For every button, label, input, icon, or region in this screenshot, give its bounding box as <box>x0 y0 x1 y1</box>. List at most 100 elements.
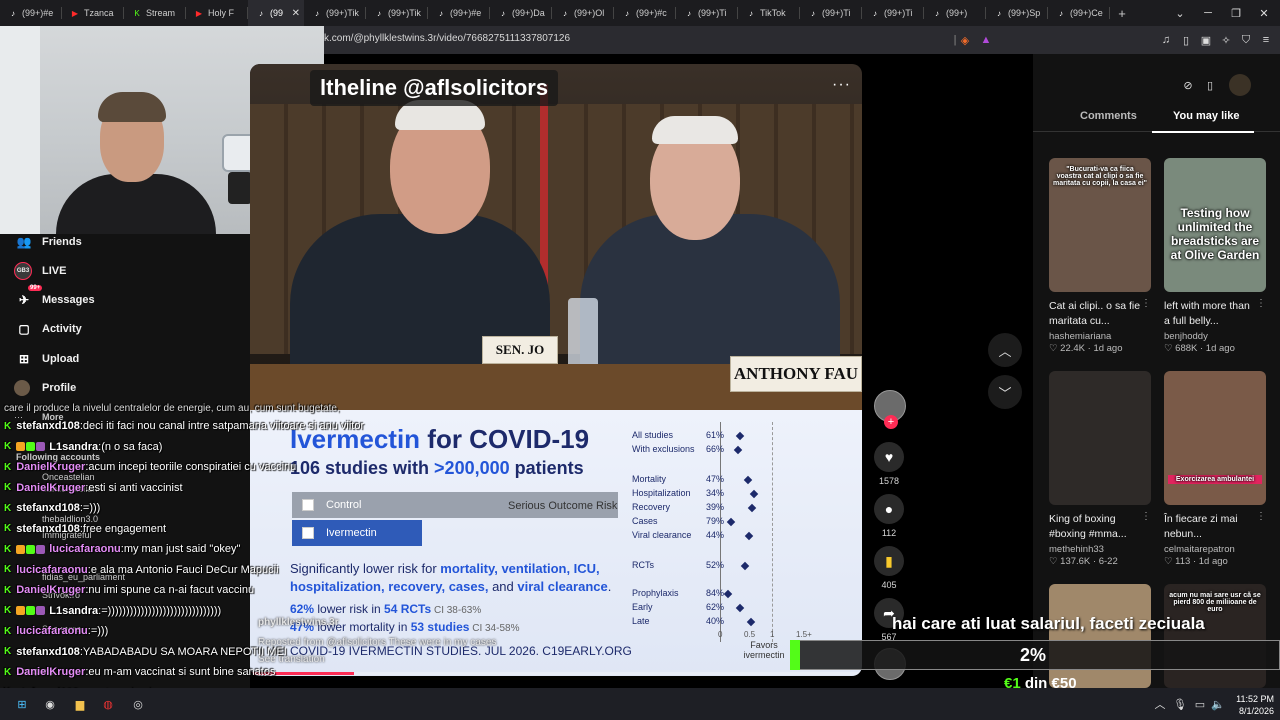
follow-plus-icon[interactable]: + <box>884 415 898 429</box>
new-tab-icon[interactable]: + <box>1110 6 1134 21</box>
chat-username[interactable]: L1sandra <box>49 441 98 453</box>
menu-icon[interactable]: ≡ <box>1258 32 1274 48</box>
video-thumbnail[interactable] <box>1049 371 1151 505</box>
tray-chevron-icon[interactable]: ︿ <box>1152 696 1168 712</box>
browser-tab[interactable]: ♪ (99+)Da <box>490 0 552 26</box>
tab-search-icon[interactable]: ⌄ <box>1166 0 1194 26</box>
recommended-video-card[interactable]: acum nu mai sare usr că se pierd 800 de … <box>1164 584 1266 688</box>
card-more-icon[interactable]: ⋮ <box>1256 511 1266 522</box>
sidebar-item-friends[interactable]: 👥 Friends <box>14 231 82 253</box>
sidebar-item-messages[interactable]: ✈ 99+ Messages <box>14 285 95 311</box>
folder-icon[interactable]: ▆ <box>72 696 88 712</box>
network-icon[interactable]: ▭ <box>1192 696 1208 712</box>
browser-tab[interactable]: K Stream <box>124 0 186 26</box>
chat-username[interactable]: stefanxd108 <box>16 420 80 432</box>
mic-tray-icon[interactable]: 🎙 <box>1172 696 1188 712</box>
browser-tab[interactable]: ♪ (99+)Sp <box>986 0 1048 26</box>
card-title[interactable]: Cat ai clipi.. o sa fie maritata cu... <box>1049 299 1143 329</box>
chat-username[interactable]: lucicafaraonu <box>49 543 121 555</box>
app-taskbar-icon[interactable]: ◍ <box>100 696 116 712</box>
browser-tab[interactable]: ♪ (99+)#c <box>614 0 676 26</box>
like-button[interactable]: ♥ 1578 <box>874 442 904 486</box>
chat-username[interactable]: DanielKruger <box>16 461 85 473</box>
card-author[interactable]: celmaitarepatron <box>1164 544 1266 555</box>
video-thumbnail[interactable]: Exorcizarea ambulantei <box>1164 371 1266 505</box>
browser-tab[interactable]: ♪ (99+)Ti <box>676 0 738 26</box>
chat-username[interactable]: DanielKruger <box>16 666 85 678</box>
video-thumbnail[interactable] <box>1049 584 1151 688</box>
card-more-icon[interactable]: ⋮ <box>1256 298 1266 309</box>
phone-icon[interactable]: ▯ <box>1197 76 1223 94</box>
chat-username[interactable]: stefanxd108 <box>16 523 80 535</box>
chat-username[interactable]: DanielKruger <box>16 482 85 494</box>
browser-tab[interactable]: ▶ Tzanca <box>62 0 124 26</box>
video-player[interactable]: SEN. JO ANTHONY FAU ltheline @aflsolicit… <box>250 64 862 676</box>
video-author[interactable]: phyllklestwins.3r <box>258 617 339 628</box>
video-more-icon[interactable]: ··· <box>832 76 851 94</box>
close-window-icon[interactable]: ✕ <box>1250 0 1278 26</box>
user-avatar[interactable] <box>1229 74 1251 96</box>
brave-rewards-icon[interactable]: ▲ <box>978 32 994 48</box>
vpn-icon[interactable]: ⛉ <box>1238 32 1254 48</box>
obs-icon[interactable]: ◎ <box>130 696 146 712</box>
recommended-video-card[interactable]: Testing how unlimited the breadsticks ar… <box>1164 158 1266 354</box>
windows-start-icon[interactable]: ⊞ <box>14 696 30 712</box>
restore-icon[interactable]: ❐ <box>1222 0 1250 26</box>
comment-button[interactable]: ● 112 <box>874 494 904 538</box>
browser-tab[interactable]: ♪ (99+)Tik <box>366 0 428 26</box>
save-button[interactable]: ▮ 405 <box>874 546 904 590</box>
tab-close-icon[interactable]: ✕ <box>292 8 300 19</box>
browser-tab[interactable]: ♪ (99+)Ti <box>862 0 924 26</box>
video-thumbnail[interactable]: acum nu mai sare usr că se pierd 800 de … <box>1164 584 1266 688</box>
card-author[interactable]: hashemiariana <box>1049 331 1151 342</box>
chat-username[interactable]: stefanxd108 <box>16 646 80 658</box>
sidebar-icon[interactable]: ▯ <box>1178 32 1194 48</box>
creator-avatar[interactable]: + <box>874 390 906 429</box>
browser-taskbar-icon[interactable]: ◉ <box>42 696 58 712</box>
url-field[interactable]: k.com/@phyllklestwins.3r/video/766827511… <box>324 33 570 44</box>
browser-tab[interactable]: ♪ TikTok <box>738 0 800 26</box>
card-more-icon[interactable]: ⋮ <box>1141 511 1151 522</box>
volume-icon[interactable]: 🔈 <box>1210 696 1226 712</box>
browser-tab[interactable]: ♪ (99+)#e <box>428 0 490 26</box>
card-more-icon[interactable]: ⋮ <box>1141 298 1151 309</box>
chat-username[interactable]: DanielKruger <box>16 584 85 596</box>
chat-username[interactable]: L1sandra <box>49 605 98 617</box>
recommended-video-card[interactable] <box>1049 584 1151 688</box>
taskbar-clock[interactable]: 11:52 PM 8/1/2026 <box>1234 693 1274 717</box>
chat-username[interactable]: stefanxd108 <box>16 502 80 514</box>
card-title[interactable]: left with more than a full belly... <box>1164 299 1258 329</box>
browser-tab[interactable]: ♪ (99+) <box>924 0 986 26</box>
chat-username[interactable]: lucicafaraonu <box>16 564 88 576</box>
media-icon[interactable]: ♫ <box>1158 32 1174 48</box>
browser-tab[interactable]: ♪ (99+)Tik <box>304 0 366 26</box>
card-author[interactable]: methehinh33 <box>1049 544 1151 555</box>
card-title[interactable]: King of boxing #boxing #mma... <box>1049 512 1143 542</box>
tab-you-may-like[interactable]: You may like <box>1173 110 1239 122</box>
card-author[interactable]: benjhoddy <box>1164 331 1266 342</box>
sidebar-item-profile[interactable]: Profile <box>14 377 76 399</box>
brave-shields-icon[interactable]: ◈ <box>957 32 973 48</box>
wallet-icon[interactable]: ▣ <box>1198 32 1214 48</box>
browser-tab[interactable]: ♪ (99+)#e <box>0 0 62 26</box>
video-thumbnail[interactable]: "Bucurati-va ca fiica voastra cat al cli… <box>1049 158 1151 292</box>
sidebar-item-live[interactable]: GB3 LIVE <box>14 260 66 282</box>
sidebar-item-upload[interactable]: ⊞ Upload <box>14 348 79 370</box>
leo-icon[interactable]: ✧ <box>1218 32 1234 48</box>
sidebar-item-activity[interactable]: ▢ Activity <box>14 318 81 340</box>
recommended-video-card[interactable]: Exorcizarea ambulantei În fiecare zi mai … <box>1164 371 1266 567</box>
tab-comments[interactable]: Comments <box>1080 110 1137 122</box>
card-title[interactable]: În fiecare zi mai nebun... <box>1164 512 1258 542</box>
browser-tab[interactable]: ♪ (99+)Ce <box>1048 0 1110 26</box>
chat-username[interactable]: lucicafaraonu <box>16 625 88 637</box>
next-video-button[interactable]: ﹀ <box>988 375 1022 409</box>
previous-video-button[interactable]: ︿ <box>988 333 1022 367</box>
browser-tab[interactable]: ▶ Holy F <box>186 0 248 26</box>
video-thumbnail[interactable]: Testing how unlimited the breadsticks ar… <box>1164 158 1266 292</box>
minimize-icon[interactable]: ─ <box>1194 0 1222 26</box>
browser-tab[interactable]: ♪ (99+)Ol <box>552 0 614 26</box>
recommended-video-card[interactable]: "Bucurati-va ca fiica voastra cat al cli… <box>1049 158 1151 354</box>
recommended-video-card[interactable]: King of boxing #boxing #mma... ⋮ methehinh… <box>1049 371 1151 567</box>
browser-tab[interactable]: ♪ (99+)Ti <box>800 0 862 26</box>
browser-tab[interactable]: ♪ (99 ✕ <box>248 0 304 26</box>
